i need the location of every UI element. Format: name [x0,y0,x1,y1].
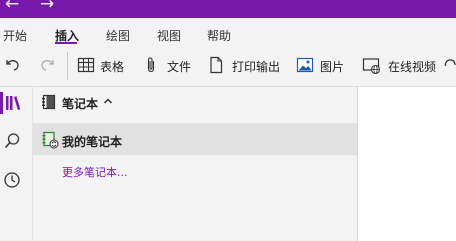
online-video-button[interactable]: 在线视频 [388,58,436,75]
notebook-sync-icon [42,131,59,149]
notebooks-header[interactable]: 笔记本 [62,95,98,112]
notebook-icon [42,94,56,110]
notebook-name[interactable]: 我的笔记本 [62,133,122,150]
arrow-left-icon[interactable]: ← [5,0,19,13]
page-canvas[interactable] [358,87,456,241]
tab-home[interactable]: 开始 [3,27,27,44]
recent-icon[interactable] [3,171,21,189]
file-button[interactable]: 文件 [167,58,191,75]
tab-draw[interactable]: 绘图 [106,27,130,44]
table-icon[interactable] [77,56,95,74]
ribbon-divider [67,52,68,80]
image-icon[interactable] [296,57,314,73]
paperclip-icon[interactable] [143,56,159,74]
more-notebooks-link[interactable]: 更多笔记本... [62,164,128,180]
search-icon[interactable] [3,132,21,150]
notebooks-icon[interactable] [4,94,22,112]
tab-view[interactable]: 视图 [157,27,181,44]
printout-button[interactable]: 打印输出 [232,58,280,75]
video-icon[interactable] [362,57,382,75]
chevron-up-icon[interactable] [103,96,113,106]
table-button[interactable]: 表格 [100,58,124,75]
undo-icon[interactable] [4,56,22,74]
image-button[interactable]: 图片 [320,58,344,75]
document-icon[interactable] [208,56,224,74]
active-tab-indicator [55,42,77,44]
overflow-icon[interactable] [443,57,456,75]
redo-icon [41,60,54,71]
tab-help[interactable]: 帮助 [207,27,231,44]
title-bar: ← → [0,0,456,18]
rail-active-indicator [0,92,3,114]
arrow-right-icon[interactable]: → [40,0,54,13]
